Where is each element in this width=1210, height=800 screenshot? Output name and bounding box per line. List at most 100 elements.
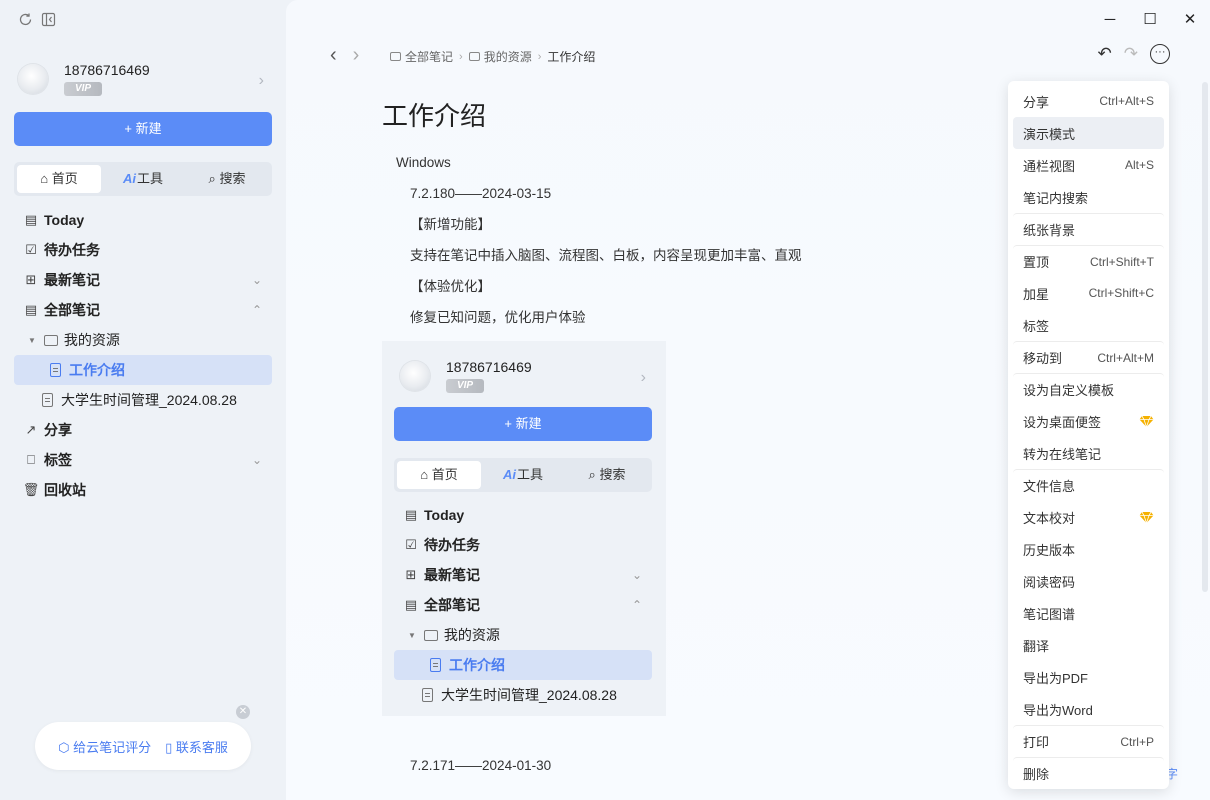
more-options-icon[interactable]: ···: [1150, 44, 1170, 64]
user-profile[interactable]: 18786716469 VIP ›: [18, 58, 270, 104]
avatar[interactable]: [18, 64, 48, 94]
menu-item[interactable]: 文本校对: [1013, 501, 1164, 533]
calendar-icon: ▤: [404, 507, 418, 522]
undo-icon[interactable]: ↶: [1098, 44, 1112, 64]
forward-icon[interactable]: ›: [353, 44, 360, 67]
menu-item[interactable]: 笔记图谱: [1013, 597, 1164, 629]
breadcrumb-item[interactable]: 我的资源: [468, 48, 532, 65]
tab-home[interactable]: ⌂ 首页: [17, 165, 101, 193]
maximize-icon[interactable]: ☐: [1130, 8, 1170, 32]
menu-item-label: 设为自定义模板: [1023, 383, 1115, 398]
new-note-button[interactable]: + 新建: [14, 112, 272, 146]
more-options-menu: 分享 Ctrl+Alt+S 演示模式 通栏视图 Alt+S 笔记内搜索 纸张背景 置顶 Ctrl…: [1008, 81, 1169, 789]
folder-my-resources[interactable]: ▼ 我的资源: [14, 325, 272, 355]
sidebar-tabbar: ⌂ 首页 Ai工具 ⌕ 搜索: [14, 162, 272, 196]
close-window-icon[interactable]: ✕: [1170, 8, 1210, 32]
tab-search-label: 搜索: [599, 467, 626, 482]
paragraph[interactable]: 修复已知问题，优化用户体验: [396, 307, 956, 338]
menu-item[interactable]: 通栏视图 Alt+S: [1013, 149, 1164, 181]
menu-item[interactable]: 删除: [1013, 757, 1164, 789]
nav-today[interactable]: ▤ Today: [14, 205, 272, 235]
note-work-intro[interactable]: 工作介绍: [14, 355, 272, 385]
paragraph[interactable]: 7.2.180——2024-03-15: [396, 183, 956, 214]
breadcrumb-current: 工作介绍: [547, 50, 596, 64]
menu-item[interactable]: 纸张背景: [1013, 213, 1164, 245]
menu-item[interactable]: 阅读密码: [1013, 565, 1164, 597]
chevron-right-icon[interactable]: ›: [259, 72, 264, 90]
nav-todo-label: 待办任务: [44, 242, 100, 258]
nav-tags[interactable]: ⎕ 标签 ⌄: [14, 445, 272, 475]
search-icon: ⌕: [588, 467, 600, 482]
menu-item[interactable]: 翻译: [1013, 629, 1164, 661]
chevron-right-icon: ›: [640, 369, 646, 386]
notebook-icon: ▤: [24, 302, 38, 317]
nav-share[interactable]: ↗ 分享: [14, 415, 272, 445]
menu-item[interactable]: 笔记内搜索: [1013, 181, 1164, 213]
paragraph[interactable]: 支持在笔记中插入脑图、流程图、白板，内容呈现更加丰富、直观: [396, 245, 956, 276]
paragraph[interactable]: 【新增功能】: [396, 214, 956, 245]
nav-share-label: 分享: [44, 422, 72, 438]
chevron-down-icon[interactable]: ⌄: [252, 273, 262, 287]
note-work-intro: 工作介绍: [394, 650, 652, 680]
collapse-sidebar-icon[interactable]: [41, 12, 56, 27]
menu-item[interactable]: 移动到 Ctrl+Alt+M: [1013, 341, 1164, 373]
paragraph[interactable]: 【体验优化】: [396, 276, 956, 307]
tab-ai-tools[interactable]: Ai工具: [101, 165, 185, 193]
tab-search[interactable]: ⌕ 搜索: [185, 165, 269, 193]
rate-app-link[interactable]: ⬡ 给云笔记评分: [58, 737, 151, 756]
share-icon: ↗: [25, 422, 37, 437]
menu-item[interactable]: 导出为Word: [1013, 693, 1164, 725]
paragraph[interactable]: Windows: [396, 152, 956, 183]
redo-icon[interactable]: ↷: [1124, 44, 1138, 64]
expand-triangle-icon[interactable]: ▼: [28, 336, 36, 345]
breadcrumb-item[interactable]: 全部笔记: [390, 48, 453, 65]
chevron-up-icon[interactable]: ⌃: [252, 303, 262, 317]
menu-item[interactable]: 导出为PDF: [1013, 661, 1164, 693]
document-body[interactable]: Windows 7.2.180——2024-03-15 【新增功能】 支持在笔记…: [396, 152, 956, 338]
menu-item-label: 导出为Word: [1023, 702, 1093, 718]
menu-item-shortcut: Alt+S: [1124, 158, 1154, 172]
sync-icon[interactable]: [18, 12, 33, 27]
note-label: 大学生时间管理_2024.08.28: [61, 392, 237, 408]
menu-item[interactable]: 打印 Ctrl+P: [1013, 725, 1164, 757]
embedded-new-button: + 新建: [394, 407, 652, 441]
folder-my-resources: ▼ 我的资源: [394, 620, 652, 650]
back-icon[interactable]: ‹: [330, 44, 337, 67]
rate-label: 给云笔记评分: [73, 739, 152, 755]
menu-item[interactable]: 置顶 Ctrl+Shift+T: [1013, 245, 1164, 277]
menu-item[interactable]: 加星 Ctrl+Shift+C: [1013, 277, 1164, 309]
menu-item-shortcut: Ctrl+P: [1120, 734, 1154, 749]
sidebar-nav: ▤ Today ☑ 待办任务 ⊞ 最新笔记 ⌄ ▤ 全部笔记 ⌃ ▼ 我的资源 工作介绍 大学…: [14, 205, 272, 505]
embedded-screenshot[interactable]: 18786716469 VIP › + 新建 ⌂ 首页 Ai工具 ⌕ 搜索 ▤ T…: [382, 341, 666, 716]
nav-all-notes[interactable]: ▤ 全部笔记 ⌃: [14, 295, 272, 325]
menu-item-label: 删除: [1023, 767, 1050, 782]
menu-item[interactable]: 标签: [1013, 309, 1164, 341]
menu-item[interactable]: 演示模式: [1013, 117, 1164, 149]
menu-item[interactable]: 设为自定义模板: [1013, 373, 1164, 405]
paragraph[interactable]: 7.2.171——2024-01-30: [410, 758, 551, 773]
contact-support-link[interactable]: ▯ 联系客服: [165, 737, 228, 756]
menu-item[interactable]: 文件信息: [1013, 469, 1164, 501]
support-label: 联系客服: [175, 739, 228, 755]
document-title[interactable]: 工作介绍: [382, 96, 486, 133]
nav-trash[interactable]: 🗑 回收站: [14, 475, 272, 505]
nav-recent[interactable]: ⊞ 最新笔记 ⌄: [14, 265, 272, 295]
nav-todo[interactable]: ☑ 待办任务: [14, 235, 272, 265]
chevron-down-icon[interactable]: ⌄: [252, 453, 262, 467]
document-icon: [50, 363, 61, 377]
close-icon[interactable]: ✕: [236, 705, 250, 719]
note-student-time: 大学生时间管理_2024.08.28: [394, 680, 652, 710]
menu-item[interactable]: 转为在线笔记: [1013, 437, 1164, 469]
menu-item[interactable]: 历史版本: [1013, 533, 1164, 565]
nav-today-label: Today: [44, 212, 85, 228]
trash-icon: 🗑: [22, 482, 40, 497]
tab-search-label: 搜索: [219, 171, 246, 186]
note-student-time[interactable]: 大学生时间管理_2024.08.28: [14, 385, 272, 415]
menu-item[interactable]: 分享 Ctrl+Alt+S: [1013, 85, 1164, 117]
scrollbar[interactable]: [1202, 82, 1208, 592]
chevron-up-icon: ⌃: [631, 598, 642, 612]
minimize-icon[interactable]: ─: [1090, 8, 1130, 32]
menu-item-shortcut: Ctrl+Alt+M: [1097, 350, 1154, 365]
grid-icon: ⊞: [405, 567, 417, 582]
menu-item[interactable]: 设为桌面便签: [1013, 405, 1164, 437]
